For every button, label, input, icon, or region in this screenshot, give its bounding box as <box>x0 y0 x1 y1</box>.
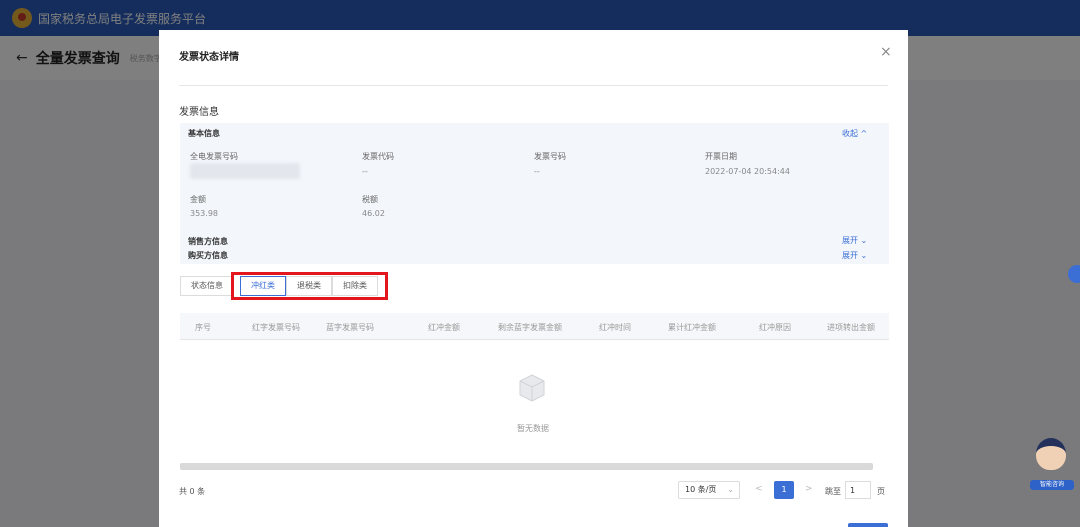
column-header: 序号 <box>195 323 211 332</box>
empty-box-icon <box>519 374 545 402</box>
column-header: 蓝字发票号码 <box>326 323 374 332</box>
issue-date-value: 2022-07-04 20:54:44 <box>705 167 790 176</box>
seller-info-label: 销售方信息 <box>188 237 228 246</box>
field-value: -- <box>362 167 368 176</box>
field-label: 全电发票号码 <box>190 152 238 161</box>
chevron-down-icon: ⌄ <box>727 485 734 494</box>
field-value: -- <box>534 167 540 176</box>
dialog-footer-button[interactable] <box>848 523 888 527</box>
empty-text: 暂无数据 <box>517 424 549 433</box>
assistant-avatar-icon <box>1036 438 1066 470</box>
column-header: 红冲金额 <box>428 323 460 332</box>
goto-label: 跳至 <box>825 487 841 496</box>
invoice-info-panel: 基本信息 收起 ^ 全电发票号码 发票代码 -- 发票号码 -- 开票日期 20… <box>180 123 889 264</box>
field-label: 发票号码 <box>534 152 566 161</box>
buyer-expand-toggle[interactable]: 展开 ⌄ <box>842 250 867 261</box>
column-header: 进项转出金额 <box>827 323 875 332</box>
column-header: 剩余蓝字发票金额 <box>498 323 562 332</box>
seller-expand-toggle[interactable]: 展开 ⌄ <box>842 235 867 246</box>
close-icon[interactable]: × <box>880 44 892 60</box>
page-size-value: 10 条/页 <box>685 485 717 494</box>
assistant-widget[interactable]: 智能咨询 <box>1028 436 1076 492</box>
total-count: 共 0 条 <box>179 487 206 496</box>
section-title: 发票信息 <box>179 107 219 118</box>
collapse-toggle[interactable]: 收起 ^ <box>842 128 867 139</box>
field-label: 金额 <box>190 195 206 204</box>
divider <box>179 85 888 86</box>
field-label: 发票代码 <box>362 152 394 161</box>
amount-value: 353.98 <box>190 209 218 218</box>
tax-value: 46.02 <box>362 209 385 218</box>
goto-suffix: 页 <box>877 487 885 496</box>
goto-page-input[interactable] <box>845 481 871 499</box>
table-header: 序号 红字发票号码 蓝字发票号码 红冲金额 剩余蓝字发票金额 红冲时间 累计红冲… <box>180 313 889 340</box>
prev-page-button[interactable]: < <box>755 484 763 494</box>
horizontal-scrollbar[interactable] <box>180 463 873 470</box>
tab-status-info[interactable]: 状态信息 <box>180 276 234 296</box>
next-page-button[interactable]: > <box>805 484 813 494</box>
basic-info-label: 基本信息 <box>188 129 220 138</box>
dialog-title: 发票状态详情 <box>179 52 239 63</box>
page-size-select[interactable]: 10 条/页 ⌄ <box>678 481 740 499</box>
column-header: 红冲时间 <box>599 323 631 332</box>
column-header: 累计红冲金额 <box>668 323 716 332</box>
field-label: 税额 <box>362 195 378 204</box>
column-header: 红冲原因 <box>759 323 791 332</box>
invoice-status-dialog: 发票状态详情 × 发票信息 基本信息 收起 ^ 全电发票号码 发票代码 -- 发… <box>159 30 908 527</box>
current-page-button[interactable]: 1 <box>774 481 794 499</box>
column-header: 红字发票号码 <box>252 323 300 332</box>
assistant-label: 智能咨询 <box>1030 480 1074 490</box>
field-label: 开票日期 <box>705 152 737 161</box>
highlight-annotation <box>231 272 388 300</box>
side-float-icon[interactable] <box>1068 265 1080 283</box>
buyer-info-label: 购买方信息 <box>188 251 228 260</box>
redacted-value <box>190 163 300 179</box>
